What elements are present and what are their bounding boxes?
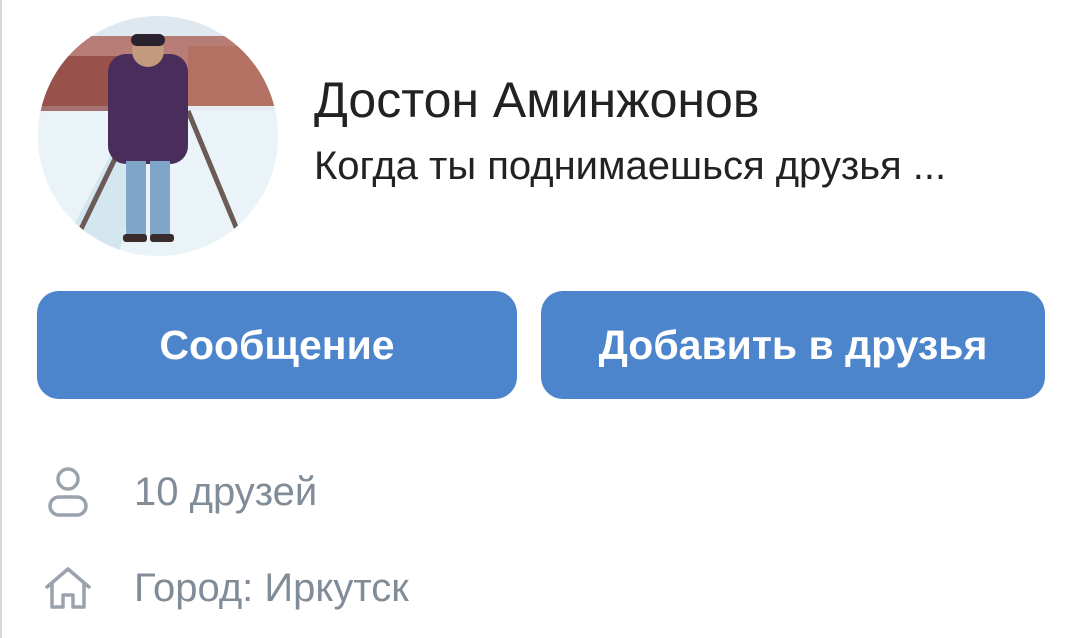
profile-status[interactable]: Когда ты поднимаешься друзья ... [314,142,946,190]
friends-count-label: 10 друзей [134,469,318,514]
person-icon [38,462,98,522]
city-label: Город: Иркутск [134,565,409,610]
avatar[interactable] [38,16,278,256]
friends-count-row[interactable]: 10 друзей [38,462,317,522]
left-divider [0,0,2,638]
avatar-photo [38,16,278,256]
message-button[interactable]: Сообщение [37,291,517,399]
add-friend-button[interactable]: Добавить в друзья [541,291,1045,399]
profile-name: Достон Аминжонов [314,72,760,128]
home-icon [38,558,98,618]
city-row: Город: Иркутск [38,558,409,618]
